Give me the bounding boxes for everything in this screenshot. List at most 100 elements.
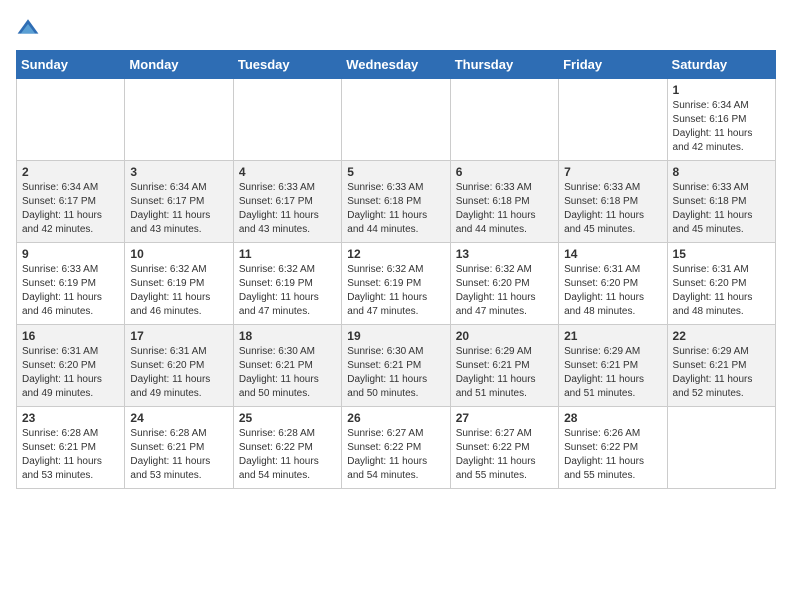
day-info: Sunrise: 6:33 AM Sunset: 6:18 PM Dayligh… — [456, 181, 553, 237]
calendar-week-row: 1 Sunrise: 6:34 AM Sunset: 6:16 PM Daylig… — [17, 79, 776, 161]
calendar-day-header: Saturday — [667, 51, 775, 79]
day-info: Sunrise: 6:33 AM Sunset: 6:18 PM Dayligh… — [564, 181, 661, 237]
day-info: Sunrise: 6:34 AM Sunset: 6:17 PM Dayligh… — [22, 181, 119, 237]
page-header — [16, 16, 776, 40]
calendar-cell: 5 Sunrise: 6:33 AM Sunset: 6:18 PM Daylig… — [342, 161, 450, 243]
day-number: 19 — [347, 329, 444, 343]
calendar-day-header: Sunday — [17, 51, 125, 79]
day-number: 3 — [130, 165, 227, 179]
calendar-cell — [125, 79, 233, 161]
calendar-week-row: 2 Sunrise: 6:34 AM Sunset: 6:17 PM Daylig… — [17, 161, 776, 243]
day-info: Sunrise: 6:33 AM Sunset: 6:17 PM Dayligh… — [239, 181, 336, 237]
day-info: Sunrise: 6:32 AM Sunset: 6:20 PM Dayligh… — [456, 263, 553, 319]
calendar-day-header: Tuesday — [233, 51, 341, 79]
day-number: 6 — [456, 165, 553, 179]
calendar-cell: 28 Sunrise: 6:26 AM Sunset: 6:22 PM Dayli… — [559, 407, 667, 489]
calendar-header: SundayMondayTuesdayWednesdayThursdayFrid… — [17, 51, 776, 79]
calendar-cell — [342, 79, 450, 161]
day-number: 27 — [456, 411, 553, 425]
calendar-cell: 27 Sunrise: 6:27 AM Sunset: 6:22 PM Dayli… — [450, 407, 558, 489]
calendar-cell: 12 Sunrise: 6:32 AM Sunset: 6:19 PM Dayli… — [342, 243, 450, 325]
day-info: Sunrise: 6:34 AM Sunset: 6:17 PM Dayligh… — [130, 181, 227, 237]
day-info: Sunrise: 6:33 AM Sunset: 6:18 PM Dayligh… — [673, 181, 770, 237]
calendar-cell: 20Sunrise: 6:29 AM Sunset: 6:21 PM Dayli… — [450, 325, 558, 407]
calendar-cell: 14 Sunrise: 6:31 AM Sunset: 6:20 PM Dayli… — [559, 243, 667, 325]
day-number: 16 — [22, 329, 119, 343]
calendar-cell — [450, 79, 558, 161]
day-info: Sunrise: 6:29 AM Sunset: 6:21 PM Dayligh… — [564, 345, 661, 401]
day-number: 18 — [239, 329, 336, 343]
day-info: Sunrise: 6:27 AM Sunset: 6:22 PM Dayligh… — [456, 427, 553, 483]
calendar-cell: 4 Sunrise: 6:33 AM Sunset: 6:17 PM Daylig… — [233, 161, 341, 243]
calendar-cell: 24 Sunrise: 6:28 AM Sunset: 6:21 PM Dayli… — [125, 407, 233, 489]
calendar-week-row: 16 Sunrise: 6:31 AM Sunset: 6:20 PM Dayli… — [17, 325, 776, 407]
calendar-cell: 15Sunrise: 6:31 AM Sunset: 6:20 PM Dayli… — [667, 243, 775, 325]
day-info: Sunrise: 6:26 AM Sunset: 6:22 PM Dayligh… — [564, 427, 661, 483]
day-number: 17 — [130, 329, 227, 343]
calendar-cell: 22 Sunrise: 6:29 AM Sunset: 6:21 PM Dayli… — [667, 325, 775, 407]
day-number: 23 — [22, 411, 119, 425]
day-number: 4 — [239, 165, 336, 179]
calendar-body: 1 Sunrise: 6:34 AM Sunset: 6:16 PM Daylig… — [17, 79, 776, 489]
day-number: 7 — [564, 165, 661, 179]
day-info: Sunrise: 6:30 AM Sunset: 6:21 PM Dayligh… — [347, 345, 444, 401]
calendar-cell: 11Sunrise: 6:32 AM Sunset: 6:19 PM Dayli… — [233, 243, 341, 325]
calendar-cell: 16 Sunrise: 6:31 AM Sunset: 6:20 PM Dayli… — [17, 325, 125, 407]
day-info: Sunrise: 6:32 AM Sunset: 6:19 PM Dayligh… — [347, 263, 444, 319]
day-info: Sunrise: 6:27 AM Sunset: 6:22 PM Dayligh… — [347, 427, 444, 483]
day-info: Sunrise: 6:29 AM Sunset: 6:21 PM Dayligh… — [673, 345, 770, 401]
day-number: 2 — [22, 165, 119, 179]
day-number: 26 — [347, 411, 444, 425]
day-info: Sunrise: 6:33 AM Sunset: 6:18 PM Dayligh… — [347, 181, 444, 237]
calendar-cell — [17, 79, 125, 161]
calendar-cell: 19 Sunrise: 6:30 AM Sunset: 6:21 PM Dayli… — [342, 325, 450, 407]
day-info: Sunrise: 6:31 AM Sunset: 6:20 PM Dayligh… — [130, 345, 227, 401]
day-info: Sunrise: 6:29 AM Sunset: 6:21 PM Dayligh… — [456, 345, 553, 401]
calendar-cell: 18 Sunrise: 6:30 AM Sunset: 6:21 PM Dayli… — [233, 325, 341, 407]
day-number: 9 — [22, 247, 119, 261]
calendar-cell — [667, 407, 775, 489]
day-number: 28 — [564, 411, 661, 425]
calendar-cell: 9 Sunrise: 6:33 AM Sunset: 6:19 PM Daylig… — [17, 243, 125, 325]
calendar-day-header: Wednesday — [342, 51, 450, 79]
day-number: 24 — [130, 411, 227, 425]
day-number: 13 — [456, 247, 553, 261]
day-info: Sunrise: 6:28 AM Sunset: 6:21 PM Dayligh… — [130, 427, 227, 483]
day-info: Sunrise: 6:32 AM Sunset: 6:19 PM Dayligh… — [239, 263, 336, 319]
calendar-cell — [233, 79, 341, 161]
logo-icon — [16, 16, 40, 40]
calendar-week-row: 23 Sunrise: 6:28 AM Sunset: 6:21 PM Dayli… — [17, 407, 776, 489]
day-number: 10 — [130, 247, 227, 261]
day-info: Sunrise: 6:31 AM Sunset: 6:20 PM Dayligh… — [22, 345, 119, 401]
calendar-cell: 13 Sunrise: 6:32 AM Sunset: 6:20 PM Dayli… — [450, 243, 558, 325]
day-info: Sunrise: 6:34 AM Sunset: 6:16 PM Dayligh… — [673, 99, 770, 155]
day-info: Sunrise: 6:28 AM Sunset: 6:21 PM Dayligh… — [22, 427, 119, 483]
day-number: 25 — [239, 411, 336, 425]
day-info: Sunrise: 6:31 AM Sunset: 6:20 PM Dayligh… — [673, 263, 770, 319]
header-row: SundayMondayTuesdayWednesdayThursdayFrid… — [17, 51, 776, 79]
day-info: Sunrise: 6:30 AM Sunset: 6:21 PM Dayligh… — [239, 345, 336, 401]
calendar-day-header: Monday — [125, 51, 233, 79]
calendar-cell: 10 Sunrise: 6:32 AM Sunset: 6:19 PM Dayli… — [125, 243, 233, 325]
calendar-table: SundayMondayTuesdayWednesdayThursdayFrid… — [16, 50, 776, 489]
calendar-cell: 8 Sunrise: 6:33 AM Sunset: 6:18 PM Daylig… — [667, 161, 775, 243]
calendar-cell: 25Sunrise: 6:28 AM Sunset: 6:22 PM Dayli… — [233, 407, 341, 489]
day-number: 14 — [564, 247, 661, 261]
day-number: 1 — [673, 83, 770, 97]
day-info: Sunrise: 6:32 AM Sunset: 6:19 PM Dayligh… — [130, 263, 227, 319]
calendar-cell: 3 Sunrise: 6:34 AM Sunset: 6:17 PM Daylig… — [125, 161, 233, 243]
calendar-cell: 21Sunrise: 6:29 AM Sunset: 6:21 PM Dayli… — [559, 325, 667, 407]
page-container: SundayMondayTuesdayWednesdayThursdayFrid… — [16, 16, 776, 489]
day-number: 12 — [347, 247, 444, 261]
calendar-cell: 2 Sunrise: 6:34 AM Sunset: 6:17 PM Daylig… — [17, 161, 125, 243]
calendar-cell: 26 Sunrise: 6:27 AM Sunset: 6:22 PM Dayli… — [342, 407, 450, 489]
day-number: 22 — [673, 329, 770, 343]
calendar-cell: 6 Sunrise: 6:33 AM Sunset: 6:18 PM Daylig… — [450, 161, 558, 243]
day-info: Sunrise: 6:31 AM Sunset: 6:20 PM Dayligh… — [564, 263, 661, 319]
day-number: 5 — [347, 165, 444, 179]
day-number: 8 — [673, 165, 770, 179]
calendar-cell: 23 Sunrise: 6:28 AM Sunset: 6:21 PM Dayli… — [17, 407, 125, 489]
calendar-cell: 7 Sunrise: 6:33 AM Sunset: 6:18 PM Daylig… — [559, 161, 667, 243]
calendar-cell: 1 Sunrise: 6:34 AM Sunset: 6:16 PM Daylig… — [667, 79, 775, 161]
day-info: Sunrise: 6:33 AM Sunset: 6:19 PM Dayligh… — [22, 263, 119, 319]
